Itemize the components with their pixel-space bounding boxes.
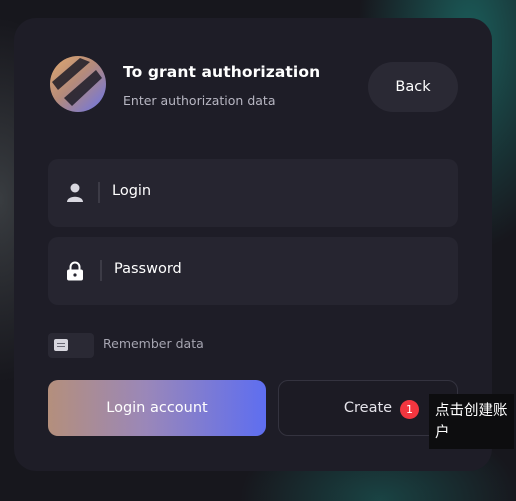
lock-icon	[66, 261, 84, 281]
hint-tooltip: 点击创建账户	[429, 394, 514, 449]
page-subtitle: Enter authorization data	[123, 93, 276, 108]
globe-logo-icon	[50, 56, 106, 112]
user-icon	[66, 183, 84, 203]
login-account-button[interactable]: Login account	[48, 380, 266, 436]
field-separator	[100, 260, 102, 281]
step-badge: 1	[400, 400, 419, 419]
page-title: To grant authorization	[123, 63, 321, 81]
password-field[interactable]: Password	[48, 237, 458, 305]
toggle-icon	[54, 339, 68, 351]
remember-toggle[interactable]	[48, 333, 94, 358]
back-button[interactable]: Back	[368, 62, 458, 112]
login-label: Login	[112, 183, 152, 199]
login-field[interactable]: Login	[48, 159, 458, 227]
password-label: Password	[114, 261, 182, 277]
login-card: To grant authorization Enter authorizati…	[14, 18, 492, 471]
remember-label: Remember data	[103, 336, 204, 351]
field-separator	[98, 182, 100, 203]
